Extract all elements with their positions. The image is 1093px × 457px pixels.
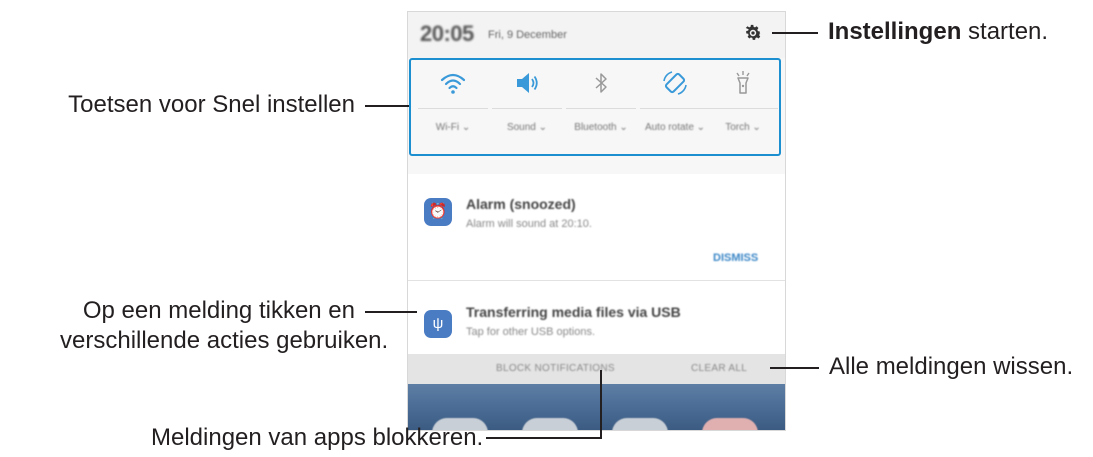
block-callout: Meldingen van apps blokkeren. [151, 424, 484, 451]
notification-callout-line1: Op een melding tikken en [82, 297, 355, 324]
notification-title: Alarm (snoozed) [466, 196, 576, 212]
settings-callout: Instellingen starten. [828, 17, 1048, 47]
quick-settings-highlight [409, 58, 781, 156]
notification-title: Transferring media files via USB [466, 304, 681, 320]
status-time: 20:05 [420, 21, 474, 46]
block-notifications-button[interactable]: BLOCK NOTIFICATIONS [496, 363, 615, 374]
dismiss-button[interactable]: DISMISS [713, 252, 758, 264]
notification-subtitle: Tap for other USB options. [466, 326, 596, 338]
notification-subtitle: Alarm will sound at 20:10. [466, 218, 592, 230]
notification-actions: BLOCK NOTIFICATIONS CLEAR ALL [408, 354, 785, 384]
settings-callout-bold: Instellingen [828, 18, 962, 45]
settings-callout-rest: starten. [961, 18, 1049, 45]
notification-callout-line2: verschillende acties gebruiken. [60, 327, 389, 354]
notification-list: ⏰ Alarm (snoozed) Alarm will sound at 20… [408, 174, 785, 354]
gear-icon[interactable] [742, 22, 764, 44]
quick-settings-callout: Toetsen voor Snel instellen [68, 91, 355, 118]
clear-all-button[interactable]: CLEAR ALL [691, 363, 747, 374]
clear-all-callout: Alle meldingen wissen. [829, 353, 1074, 380]
status-bar: 20:05 Fri, 9 December [408, 12, 785, 58]
alarm-icon: ⏰ [424, 198, 452, 226]
status-date: Fri, 9 December [488, 29, 567, 41]
usb-icon: ψ [424, 310, 452, 338]
